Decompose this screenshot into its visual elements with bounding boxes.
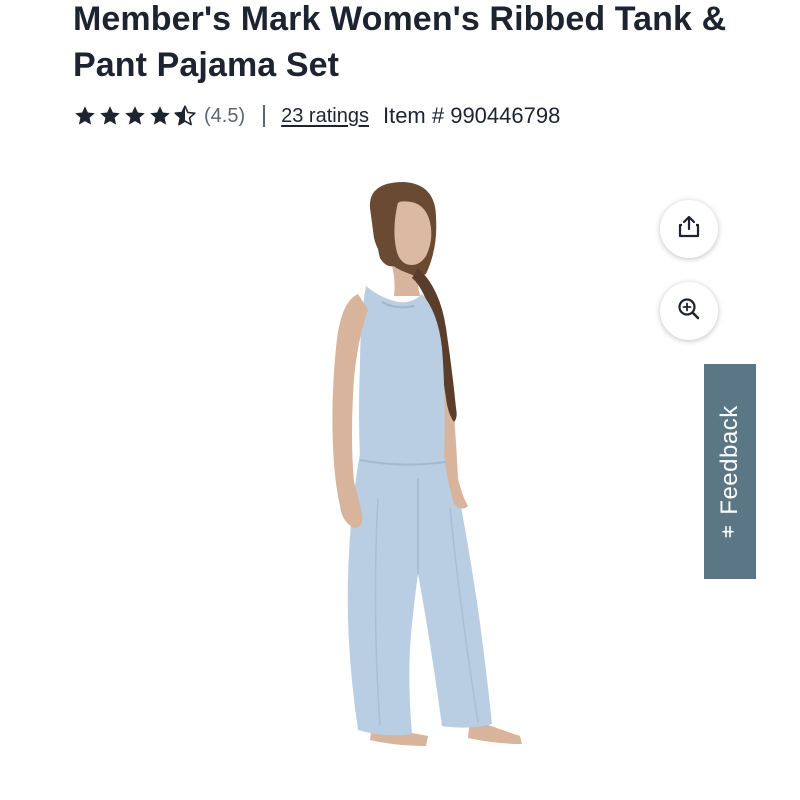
item-number: Item # 990446798 <box>382 103 561 128</box>
share-button[interactable] <box>660 200 718 258</box>
feedback-tab[interactable]: Feedback <box>704 364 756 579</box>
star-full-icon <box>98 104 122 128</box>
star-full-icon <box>123 104 147 128</box>
feedback-icon <box>721 525 740 539</box>
rating-value: (4.5) <box>204 104 246 127</box>
product-title: Member's Mark Women's Ribbed Tank & Pant… <box>73 0 727 84</box>
rating-row: (4.5) 23 ratings Item # 990446798 <box>73 98 633 134</box>
product-image[interactable] <box>300 178 540 758</box>
feedback-label: Feedback <box>716 405 743 515</box>
divider <box>263 105 266 127</box>
zoom-button[interactable] <box>660 282 718 340</box>
ratings-link[interactable]: 23 ratings <box>281 105 369 128</box>
zoom-in-icon <box>676 296 702 327</box>
star-full-icon <box>73 104 97 128</box>
share-icon <box>676 214 702 245</box>
star-half-icon <box>173 104 197 128</box>
star-rating[interactable] <box>73 104 197 128</box>
star-full-icon <box>148 104 172 128</box>
